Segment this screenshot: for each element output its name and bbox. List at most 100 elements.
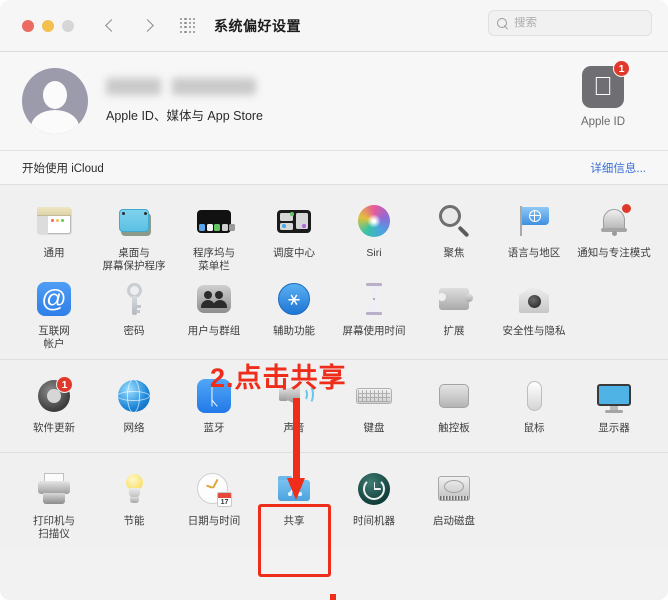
desktop-screensaver-icon	[114, 201, 154, 241]
pref-label: 屏幕使用时间	[342, 325, 406, 337]
pref-label: 节能	[123, 515, 145, 527]
pref-dock-menubar[interactable]: 程序坞与 菜单栏	[174, 195, 254, 273]
show-all-grid-icon[interactable]	[180, 17, 196, 34]
pref-security-privacy[interactable]: 安全性与隐私	[494, 273, 574, 351]
pref-label: 共享	[283, 515, 305, 527]
network-globe-icon	[114, 376, 154, 416]
system-preferences-window: 系统偏好设置 Apple ID、媒体与 App Store  1 Apple …	[0, 0, 668, 600]
screen-time-icon	[354, 279, 394, 319]
pref-date-time[interactable]: 17 日期与时间	[174, 463, 254, 541]
pref-label: 聚焦	[443, 247, 465, 259]
minimize-button[interactable]	[42, 19, 54, 32]
pref-mission-control[interactable]: 调度中心	[254, 195, 334, 273]
pref-passwords[interactable]: 密码	[94, 273, 174, 351]
search-input[interactable]	[514, 17, 643, 29]
icloud-label: 开始使用 iCloud	[22, 162, 104, 175]
notification-badge-dot	[621, 203, 632, 214]
preferences-pane-group-1: 通用 桌面与 屏幕保护程序 程序坞与 菜单栏 调度中心 Siri 聚焦 语言与地…	[0, 184, 668, 359]
pref-label: 用户与群组	[187, 325, 241, 337]
avatar	[22, 68, 88, 134]
pref-label: 触控板	[438, 422, 470, 434]
icloud-banner: 开始使用 iCloud 详细信息...	[0, 150, 668, 184]
software-update-icon: 1	[34, 376, 74, 416]
mission-control-icon	[274, 201, 314, 241]
pref-network[interactable]: 网络	[94, 370, 174, 444]
users-groups-icon	[194, 279, 234, 319]
pref-printers-scanners[interactable]: 打印机与 扫描仪	[14, 463, 94, 541]
date-time-icon: 17	[194, 469, 234, 509]
keyboard-icon	[354, 376, 394, 416]
apple-glyph: 	[593, 73, 613, 99]
pref-label: Siri	[366, 247, 382, 259]
back-chevron-icon[interactable]	[104, 19, 118, 33]
internet-accounts-icon: @	[34, 279, 74, 319]
pref-label: 程序坞与 菜单栏	[193, 247, 235, 272]
language-region-icon	[514, 201, 554, 241]
pref-desktop-screensaver[interactable]: 桌面与 屏幕保护程序	[94, 195, 174, 273]
pref-sound[interactable]: 声音	[254, 370, 334, 444]
preference-row: @ 互联网 帐户 密码 用户与群组 ⚹ 辅助功能 屏幕使用时间 扩展 安全性与隐…	[14, 273, 654, 351]
annotation-bottom-mark	[330, 594, 336, 600]
pref-label: 辅助功能	[273, 325, 315, 337]
siri-icon	[354, 201, 394, 241]
energy-saver-icon	[114, 469, 154, 509]
pref-keyboard[interactable]: 键盘	[334, 370, 414, 444]
pref-energy-saver[interactable]: 节能	[94, 463, 174, 541]
dock-menubar-icon	[194, 201, 235, 241]
pref-spotlight[interactable]: 聚焦	[414, 195, 494, 273]
pref-time-machine[interactable]: 时间机器	[334, 463, 414, 541]
icloud-details-link[interactable]: 详细信息...	[590, 160, 646, 176]
apple-id-badge: 1	[613, 60, 630, 77]
pref-screen-time[interactable]: 屏幕使用时间	[334, 273, 414, 351]
pref-label: 网络	[123, 422, 145, 434]
pref-label: 扩展	[443, 325, 465, 337]
pref-label: 互联网 帐户	[38, 325, 70, 350]
pref-label: 通知与专注模式	[577, 247, 651, 259]
sound-speaker-icon	[274, 376, 314, 416]
search-icon	[497, 17, 508, 29]
pref-users-groups[interactable]: 用户与群组	[174, 273, 254, 351]
apple-id-tile[interactable]:  1 Apple ID	[564, 60, 642, 128]
pref-label: 通用	[43, 247, 65, 259]
forward-chevron-icon[interactable]	[140, 19, 154, 33]
search-field[interactable]	[488, 10, 652, 36]
pref-bluetooth[interactable]: ᚳ 蓝牙	[174, 370, 254, 444]
pref-siri[interactable]: Siri	[334, 195, 414, 273]
pref-label: 打印机与 扫描仪	[33, 515, 75, 540]
preference-row: 打印机与 扫描仪 节能 17 日期与时间 共享 时间机器 启动磁盘	[14, 463, 654, 541]
pref-trackpad[interactable]: 触控板	[414, 370, 494, 444]
pref-notifications-focus[interactable]: 通知与专注模式	[574, 195, 654, 273]
preference-row: 通用 桌面与 屏幕保护程序 程序坞与 菜单栏 调度中心 Siri 聚焦 语言与地…	[14, 195, 654, 273]
pref-empty-slot	[574, 273, 654, 351]
startup-disk-icon	[434, 469, 474, 509]
displays-icon	[594, 376, 634, 416]
pref-software-update[interactable]: 1 软件更新	[14, 370, 94, 444]
pref-label: 安全性与隐私	[502, 325, 566, 337]
pref-label: 键盘	[363, 422, 385, 434]
extensions-puzzle-icon	[434, 279, 474, 319]
pref-displays[interactable]: 显示器	[574, 370, 654, 444]
pref-mouse[interactable]: 鼠标	[494, 370, 574, 444]
title-bar: 系统偏好设置	[0, 0, 668, 52]
mouse-icon	[514, 376, 554, 416]
apple-id-label: Apple ID	[580, 116, 626, 128]
notifications-focus-icon	[594, 201, 634, 241]
pref-empty-slot	[494, 463, 574, 541]
pref-language-region[interactable]: 语言与地区	[494, 195, 574, 273]
apple-id-account-section[interactable]: Apple ID、媒体与 App Store  1 Apple ID	[0, 52, 668, 150]
pref-sharing[interactable]: 共享	[254, 463, 334, 541]
pref-label: 时间机器	[353, 515, 395, 527]
bluetooth-icon: ᚳ	[194, 376, 234, 416]
close-button[interactable]	[22, 19, 34, 32]
pref-empty-slot	[574, 463, 654, 541]
pref-internet-accounts[interactable]: @ 互联网 帐户	[14, 273, 94, 351]
pref-extensions[interactable]: 扩展	[414, 273, 494, 351]
trackpad-icon	[434, 376, 474, 416]
pref-label: 鼠标	[523, 422, 545, 434]
pref-general[interactable]: 通用	[14, 195, 94, 273]
pref-startup-disk[interactable]: 启动磁盘	[414, 463, 494, 541]
passwords-key-icon	[114, 279, 154, 319]
pref-accessibility[interactable]: ⚹ 辅助功能	[254, 273, 334, 351]
account-name-redacted	[106, 78, 256, 95]
accessibility-icon: ⚹	[274, 279, 314, 319]
